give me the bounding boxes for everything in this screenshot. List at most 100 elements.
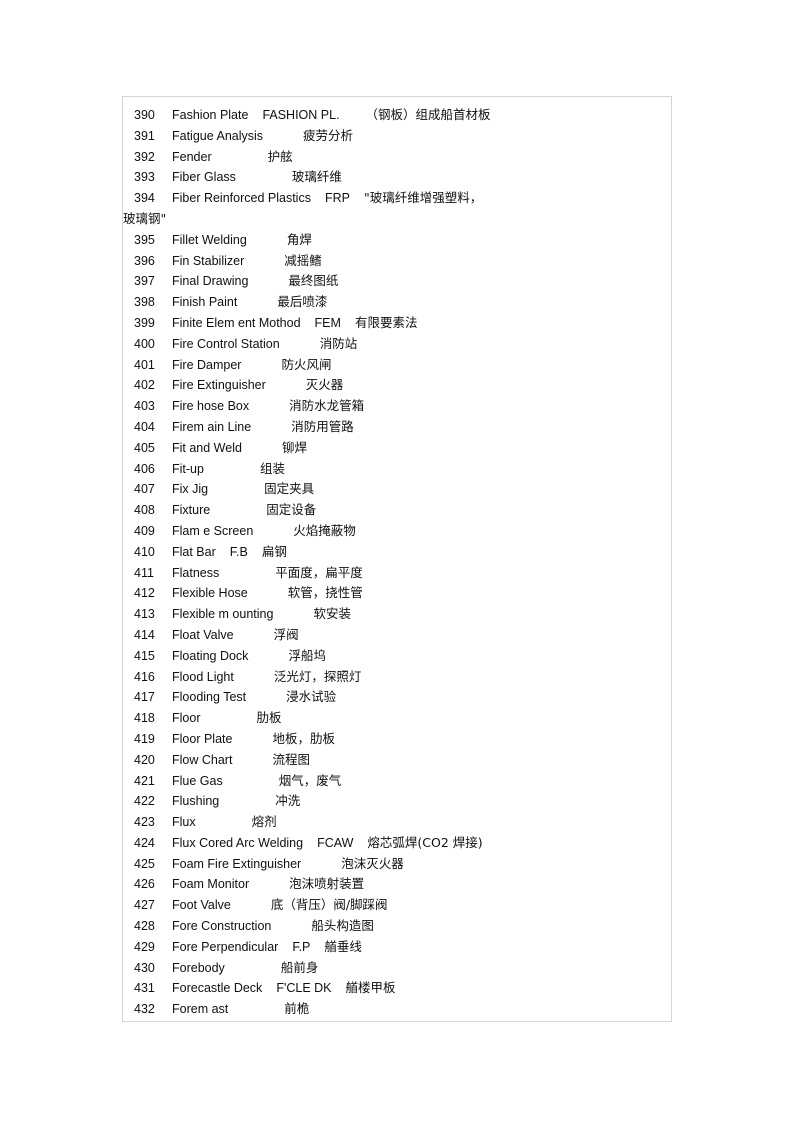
entry-chinese-term: 固定设备 — [266, 502, 317, 518]
entry-abbreviation: FASHION PL. — [262, 108, 340, 122]
entry-number: 428 — [134, 919, 155, 934]
glossary-entry: 414 Float Valve 浮阀 — [123, 625, 671, 646]
entry-english-term: Fire Damper — [172, 357, 242, 372]
glossary-entry: 392 Fender 护舷 — [123, 147, 671, 168]
entry-chinese-term: 船前身 — [280, 959, 319, 975]
glossary-entry: 395 Fillet Welding 角焊 — [123, 230, 671, 251]
entry-number: 430 — [134, 960, 155, 975]
entry-english-term: Firem ain Line — [172, 419, 252, 434]
entry-number: 429 — [134, 939, 155, 954]
glossary-entry: 419 Floor Plate 地板，肋板 — [123, 729, 671, 750]
entry-number: 416 — [134, 669, 155, 684]
entry-number: 426 — [134, 877, 155, 892]
entry-english-term: Fin Stabilizer — [172, 253, 245, 268]
entry-chinese-term: 浮阀 — [273, 626, 299, 642]
entry-english-term: Fore Perpendicular — [172, 939, 279, 954]
glossary-entry: 408 Fixture 固定设备 — [123, 500, 671, 521]
entry-number: 398 — [134, 295, 155, 310]
entry-english-term: Flood Light — [172, 669, 234, 684]
entry-number: 402 — [134, 378, 155, 393]
entry-chinese-term: 扁钢 — [261, 543, 287, 559]
glossary-entry: 426 Foam Monitor 泡沫喷射装置 — [123, 874, 671, 895]
entry-chinese-term: 消防站 — [319, 335, 358, 351]
glossary-entry: 391 Fatigue Analysis 疲劳分析 — [123, 126, 671, 147]
entry-abbreviation: FRP — [324, 191, 350, 206]
entry-chinese-term: 船头构造图 — [311, 918, 374, 934]
entry-english-term: Fender — [172, 149, 212, 164]
entry-chinese-term: 疲劳分析 — [303, 127, 354, 143]
entry-english-term: Flooding Test — [172, 690, 247, 705]
glossary-entry: 415 Floating Dock 浮船坞 — [123, 646, 671, 667]
entry-chinese-term: 浸水试验 — [286, 689, 337, 705]
entry-chinese-term: （钢板）组成船首材板 — [365, 107, 491, 122]
glossary-entry: 404 Firem ain Line 消防用管路 — [123, 417, 671, 438]
entry-english-term: Forecastle Deck — [172, 981, 263, 996]
entry-chinese-term: 艏楼甲板 — [345, 980, 396, 996]
glossary-entry: 416 Flood Light 泛光灯，探照灯 — [123, 667, 671, 688]
glossary-entry: 427 Foot Valve 底（背压）阀/脚踩阀 — [123, 895, 671, 916]
entry-english-term: Floor Plate — [172, 731, 233, 746]
glossary-entry: 432 Forem ast 前桅 — [123, 999, 671, 1020]
glossary-entry: 412 Flexible Hose 软管，挠性管 — [123, 583, 671, 604]
entry-chinese-term: 平面度，扁平度 — [275, 564, 363, 580]
entry-english-term: Foam Fire Extinguisher — [172, 856, 302, 871]
glossary-entry: 423 Flux 熔剂 — [123, 812, 671, 833]
entry-number: 405 — [134, 440, 155, 455]
entry-chinese-term: 地板，肋板 — [272, 730, 335, 746]
entry-number: 390 — [134, 108, 155, 122]
entry-chinese-term: 肋板 — [256, 710, 282, 726]
entry-chinese-term: 最终图纸 — [288, 273, 339, 289]
entry-number: 417 — [134, 690, 155, 705]
entry-number: 427 — [134, 898, 155, 913]
entry-english-term: Flam e Screen — [172, 523, 254, 538]
entry-english-term: Fire Control Station — [172, 336, 280, 351]
glossary-entry: 390 Fashion Plate FASHION PL. （钢板）组成船首材板 — [123, 105, 671, 126]
entry-chinese-term: 减摇鳍 — [284, 252, 322, 268]
entry-chinese-term: 灭火器 — [305, 377, 344, 393]
entry-number: 423 — [134, 815, 155, 830]
entry-abbreviation: FCAW — [317, 835, 354, 850]
glossary-entry: 394 Fiber Reinforced Plastics FRP "玻璃纤维增强塑料… — [123, 188, 671, 209]
entry-english-term: Flue Gas — [172, 773, 223, 788]
glossary-entry: 413 Flexible m ounting 软安装 — [123, 604, 671, 625]
entry-english-term: Flow Chart — [172, 752, 233, 767]
entry-chinese-term: 熔剂 — [251, 814, 277, 830]
entry-english-term: Fit-up — [172, 461, 204, 476]
entry-chinese-term: 软安装 — [313, 606, 351, 622]
entry-chinese-term: 消防用管路 — [291, 418, 354, 434]
glossary-entry: 407 Fix Jig 固定夹具 — [123, 479, 671, 500]
glossary-entry: 418 Floor 肋板 — [123, 708, 671, 729]
glossary-entry: 411 Flatness 平面度，扁平度 — [123, 563, 671, 584]
entry-chinese-term: 软管，挠性管 — [287, 585, 363, 601]
entry-chinese-term: 护舷 — [267, 148, 293, 164]
glossary-entry: 403 Fire hose Box 消防水龙管箱 — [123, 396, 671, 417]
entry-number: 404 — [134, 419, 155, 434]
glossary-entry: 402 Fire Extinguisher 灭火器 — [123, 375, 671, 396]
entry-number: 407 — [134, 482, 155, 497]
entry-chinese-term: 泡沫灭火器 — [341, 855, 404, 871]
entry-english-term: Flexible Hose — [172, 586, 248, 601]
entry-number: 419 — [134, 731, 155, 746]
entry-number: 424 — [134, 835, 155, 850]
glossary-content-frame: 390 Fashion Plate FASHION PL. （钢板）组成船首材板 391… — [122, 96, 672, 1022]
glossary-entry: 397 Final Drawing 最终图纸 — [123, 271, 671, 292]
entry-english-term: Flux Cored Arc Welding — [172, 835, 304, 850]
entry-english-term: Flat Bar — [172, 544, 216, 559]
entry-english-term: Float Valve — [172, 627, 234, 642]
glossary-entry: 400 Fire Control Station 消防站 — [123, 334, 671, 355]
glossary-entry: 409 Flam e Screen 火焰掩蔽物 — [123, 521, 671, 542]
entry-number: 394 — [134, 191, 155, 206]
entry-english-term: Fix Jig — [172, 482, 209, 497]
entry-english-term: Fiber Reinforced Plastics — [172, 191, 311, 206]
entry-number: 420 — [134, 752, 155, 767]
glossary-entry: 417 Flooding Test 浸水试验 — [123, 687, 671, 708]
entry-english-term: Forebody — [172, 960, 225, 975]
entry-number: 406 — [134, 461, 155, 476]
glossary-entry: 399 Finite Elem ent Mothod FEM 有限要素法 — [123, 313, 671, 334]
entry-english-term: Foam Monitor — [172, 877, 250, 892]
entry-number: 415 — [134, 648, 155, 663]
entry-abbreviation: F'CLE DK — [276, 981, 332, 996]
entry-english-term: Fatigue Analysis — [172, 128, 264, 143]
entry-chinese-term: 浮船坞 — [288, 647, 326, 663]
glossary-entry: 398 Finish Paint 最后喷漆 — [123, 292, 671, 313]
